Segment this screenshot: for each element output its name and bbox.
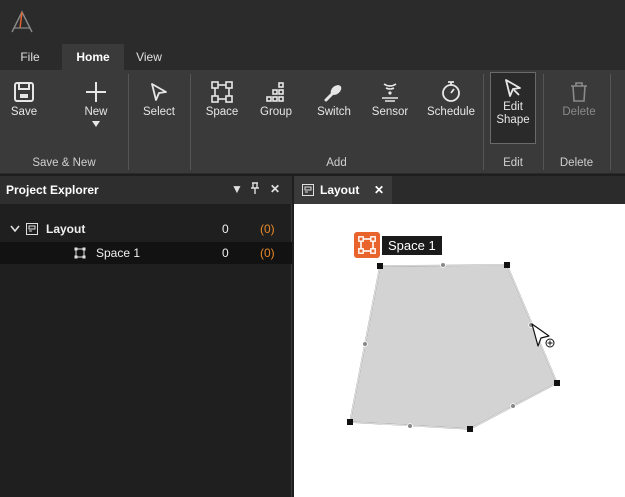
space-name-label: Space 1 — [382, 236, 442, 255]
select-label: Select — [143, 106, 175, 118]
space-shape[interactable] — [294, 204, 625, 497]
group-button[interactable]: Group — [254, 76, 298, 142]
switch-icon — [324, 85, 342, 102]
tab-home[interactable]: Home — [62, 44, 124, 70]
plus-icon — [86, 82, 106, 102]
save-icon — [14, 82, 34, 102]
layout-canvas[interactable]: Space 1 — [294, 204, 625, 497]
ribbon: Save New Select Space Group Switch Senso… — [0, 70, 625, 174]
space-icon — [211, 81, 233, 103]
tree-item-alert-count: (0) — [260, 222, 275, 236]
vertex-handle[interactable] — [377, 263, 383, 269]
midpoint-handle[interactable] — [510, 403, 516, 409]
tree-item-label: Space 1 — [96, 246, 141, 260]
tree-item-count: 0 — [222, 222, 229, 236]
pin-icon[interactable] — [250, 182, 260, 197]
vertex-handle[interactable] — [554, 380, 560, 386]
trash-icon — [571, 82, 587, 102]
vertex-handle[interactable] — [504, 262, 510, 268]
explorer-title: Project Explorer — [6, 183, 99, 197]
edit-label: Edit — [503, 101, 523, 113]
space-polygon[interactable] — [349, 264, 558, 430]
close-icon[interactable]: ✕ — [374, 176, 384, 204]
menu-bar: File Home View — [0, 44, 625, 70]
tree-item-alert-count: (0) — [260, 246, 275, 260]
schedule-button[interactable]: Schedule — [424, 76, 478, 142]
tree-item-label: Layout — [46, 222, 86, 236]
layout-icon — [26, 223, 38, 235]
midpoint-handle[interactable] — [407, 423, 413, 429]
sensor-label: Sensor — [371, 106, 409, 118]
delete-button[interactable]: Delete — [555, 76, 603, 142]
explorer-header: Project Explorer ▼ ✕ — [0, 176, 292, 204]
select-button[interactable]: Select — [137, 76, 181, 142]
vertex-handle[interactable] — [467, 426, 473, 432]
dropdown-icon[interactable]: ▼ — [231, 182, 243, 196]
document-tab-bar: Layout ✕ — [294, 176, 625, 204]
edit-shape-icon — [505, 79, 521, 97]
close-icon[interactable]: ✕ — [270, 182, 280, 196]
space-icon — [74, 247, 86, 259]
midpoint-handle[interactable] — [362, 341, 368, 347]
separator — [128, 74, 129, 170]
chevron-down-icon — [92, 121, 100, 127]
sensor-icon — [382, 83, 398, 102]
group-label-add: Add — [326, 157, 347, 169]
separator — [610, 74, 611, 170]
chevron-down-icon — [10, 225, 20, 233]
group-icon — [266, 82, 284, 102]
sensor-button[interactable]: Sensor — [368, 76, 412, 142]
tree-item-layout[interactable]: Layout 0 (0) — [0, 218, 292, 240]
group-label-edit: Edit — [503, 157, 523, 169]
pointer-icon — [151, 83, 167, 101]
app-logo-icon — [11, 10, 33, 33]
save-button[interactable]: Save — [2, 76, 46, 142]
switch-label: Switch — [317, 106, 351, 118]
tab-file[interactable]: File — [8, 44, 52, 70]
stopwatch-icon — [442, 81, 460, 102]
layout-icon — [302, 184, 314, 196]
delete-label: Delete — [562, 106, 596, 118]
midpoint-handle[interactable] — [440, 262, 446, 268]
tree-item-count: 0 — [222, 246, 229, 260]
shape-label: Shape — [496, 114, 530, 126]
new-label: New — [84, 106, 108, 118]
project-explorer-panel: Project Explorer ▼ ✕ Layout 0 (0) Space … — [0, 176, 292, 497]
group-label-delete: Delete — [559, 157, 594, 169]
new-button[interactable]: New — [74, 76, 118, 142]
space-button[interactable]: Space — [200, 76, 244, 142]
group-label: Group — [260, 106, 292, 118]
tab-layout[interactable]: Layout ✕ — [294, 176, 392, 204]
group-label-save-new: Save & New — [32, 157, 96, 169]
space-label: Space — [205, 106, 239, 118]
edit-shape-button[interactable]: Edit Shape — [490, 72, 536, 144]
space-badge — [354, 232, 380, 258]
tree-item-space-1[interactable]: Space 1 0 (0) — [0, 242, 292, 264]
tab-layout-label: Layout — [320, 183, 360, 197]
schedule-label: Schedule — [427, 106, 475, 118]
save-label: Save — [10, 106, 38, 118]
title-bar — [0, 0, 625, 44]
space-icon — [358, 236, 376, 254]
switch-button[interactable]: Switch — [312, 76, 356, 142]
vertex-handle[interactable] — [347, 419, 353, 425]
tab-view[interactable]: View — [128, 44, 170, 70]
